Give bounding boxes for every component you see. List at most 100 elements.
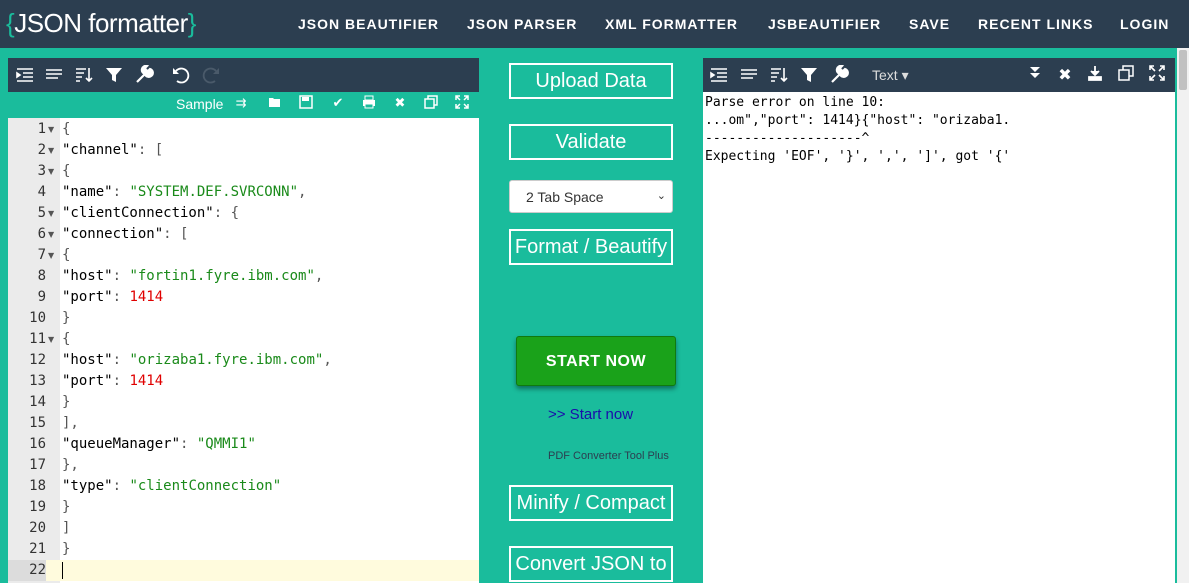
code-text: "clientConnection": { [62, 203, 239, 224]
code-token: "channel" [62, 142, 138, 158]
usb-icon[interactable]: ⇉ [232, 95, 250, 113]
code-line[interactable]: 16 "queueManager": "QMMI1" [8, 434, 479, 455]
fold-toggle-icon[interactable]: ▼ [48, 119, 58, 140]
code-line[interactable]: 18 "type": "clientConnection" [8, 476, 479, 497]
compact-icon[interactable] [739, 65, 759, 85]
output-mode-select[interactable]: Text ▾ [872, 67, 909, 84]
code-line[interactable]: 7 ▼{ [8, 245, 479, 266]
code-line[interactable]: 19} [8, 497, 479, 518]
tab-space-value: 2 Tab Space [526, 189, 604, 205]
wrench-icon[interactable] [829, 64, 849, 85]
expand-down-icon[interactable] [1025, 65, 1045, 85]
code-token: 1414 [129, 289, 164, 305]
indent-icon[interactable] [709, 65, 729, 85]
upload-data-button[interactable]: Upload Data [509, 63, 673, 99]
code-line[interactable]: 21} [8, 539, 479, 560]
code-token: , [314, 268, 324, 284]
ad-caption: PDF Converter Tool Plus [548, 450, 669, 462]
print-icon[interactable] [360, 95, 378, 113]
code-text: "port": 1414 [62, 287, 163, 308]
validate-button[interactable]: Validate [509, 124, 673, 160]
code-line[interactable]: 6 ▼ "connection": [ [8, 224, 479, 245]
scrollbar-thumb[interactable] [1179, 50, 1187, 90]
undo-icon[interactable] [171, 65, 191, 85]
download-icon[interactable] [1085, 65, 1105, 85]
line-number: 5 [37, 205, 46, 221]
sort-icon[interactable] [769, 65, 789, 85]
nav-jsbeautifier[interactable]: JSBEAUTIFIER [768, 16, 881, 32]
input-toolbar [8, 58, 479, 92]
code-token: "SYSTEM.DEF.SVRCONN" [129, 184, 299, 200]
redo-icon[interactable] [201, 65, 221, 85]
code-token: : [ [137, 142, 164, 158]
top-navbar: {JSON formatter} JSON BEAUTIFIER JSON PA… [0, 0, 1189, 48]
clear-icon[interactable]: ✖ [1055, 65, 1075, 85]
code-token: : [180, 436, 197, 452]
fullscreen-icon[interactable] [1147, 65, 1167, 85]
page-scrollbar[interactable] [1177, 48, 1189, 583]
nav-xml-formatter[interactable]: XML FORMATTER [605, 16, 738, 32]
output-line: ...om","port": 1414}{"host": "orizaba1. [705, 113, 1011, 128]
wrench-icon[interactable] [134, 64, 154, 85]
code-token: ] [62, 520, 71, 536]
line-number: 22 [8, 560, 46, 581]
code-line[interactable]: 20] [8, 518, 479, 539]
code-line[interactable]: 11 ▼{ [8, 329, 479, 350]
check-icon[interactable]: ✔ [329, 95, 347, 113]
code-line[interactable]: 17}, [8, 455, 479, 476]
code-line[interactable]: 12 "host": "orizaba1.fyre.ibm.com", [8, 350, 479, 371]
line-number: 9 [37, 289, 46, 305]
tab-space-select[interactable]: 2 Tab Space ⌄ [509, 180, 673, 213]
code-line[interactable]: 8 "host": "fortin1.fyre.ibm.com", [8, 266, 479, 287]
fold-toggle-icon[interactable]: ▼ [48, 140, 58, 161]
nav-recent-links[interactable]: RECENT LINKS [978, 16, 1093, 32]
code-line[interactable]: 22 [8, 560, 479, 581]
fullscreen-icon[interactable] [453, 95, 471, 113]
code-token: : { [213, 205, 240, 221]
code-token: "fortin1.fyre.ibm.com" [129, 268, 315, 284]
code-line[interactable]: 4 "name": "SYSTEM.DEF.SVRCONN", [8, 182, 479, 203]
clear-icon[interactable]: ✖ [391, 95, 409, 113]
nav-json-parser[interactable]: JSON PARSER [467, 16, 577, 32]
code-line[interactable]: 2 ▼ "channel": [ [8, 140, 479, 161]
code-token: { [62, 121, 71, 137]
nav-save[interactable]: SAVE [909, 16, 950, 32]
filter-icon[interactable] [104, 65, 124, 85]
code-line[interactable]: 10} [8, 308, 479, 329]
fold-toggle-icon[interactable]: ▼ [48, 245, 58, 266]
code-line[interactable]: 1 ▼{ [8, 119, 479, 140]
indent-icon[interactable] [15, 65, 35, 85]
convert-json-button[interactable]: Convert JSON to [509, 546, 673, 582]
line-number: 13 [29, 373, 46, 389]
code-line[interactable]: 3 ▼{ [8, 161, 479, 182]
copy-icon[interactable] [1116, 65, 1136, 85]
compact-icon[interactable] [44, 65, 64, 85]
output-text-area[interactable]: Parse error on line 10: ...om","port": 1… [703, 92, 1175, 583]
code-line[interactable]: 13 "port": 1414 [8, 371, 479, 392]
code-line[interactable]: 14} [8, 392, 479, 413]
fold-toggle-icon[interactable]: ▼ [48, 161, 58, 182]
code-line[interactable]: 9 "port": 1414 [8, 287, 479, 308]
start-now-link[interactable]: >> Start now [548, 406, 633, 423]
code-token: , [323, 352, 332, 368]
fold-toggle-icon[interactable]: ▼ [48, 203, 58, 224]
folder-open-icon[interactable] [266, 95, 284, 113]
save-icon[interactable] [297, 95, 315, 113]
format-beautify-button[interactable]: Format / Beautify [509, 229, 673, 265]
output-line: --------------------^ [705, 131, 870, 146]
start-now-ad-button[interactable]: START NOW [516, 336, 676, 386]
code-text: "type": "clientConnection" [62, 476, 281, 497]
code-line[interactable]: 5 ▼ "clientConnection": { [8, 203, 479, 224]
minify-compact-button[interactable]: Minify / Compact [509, 485, 673, 521]
code-line[interactable]: 15], [8, 413, 479, 434]
sort-icon[interactable] [74, 65, 94, 85]
copy-icon[interactable] [422, 95, 440, 113]
site-logo[interactable]: {JSON formatter} [6, 8, 196, 39]
fold-toggle-icon[interactable]: ▼ [48, 224, 58, 245]
nav-login[interactable]: LOGIN [1120, 16, 1169, 32]
sample-link[interactable]: Sample [176, 96, 223, 112]
fold-toggle-icon[interactable]: ▼ [48, 329, 58, 350]
nav-json-beautifier[interactable]: JSON BEAUTIFIER [298, 16, 439, 32]
filter-icon[interactable] [799, 65, 819, 85]
json-input-editor[interactable]: 1 ▼{2 ▼ "channel": [3 ▼{4 "name": "SYSTEM.DEF… [8, 118, 479, 583]
